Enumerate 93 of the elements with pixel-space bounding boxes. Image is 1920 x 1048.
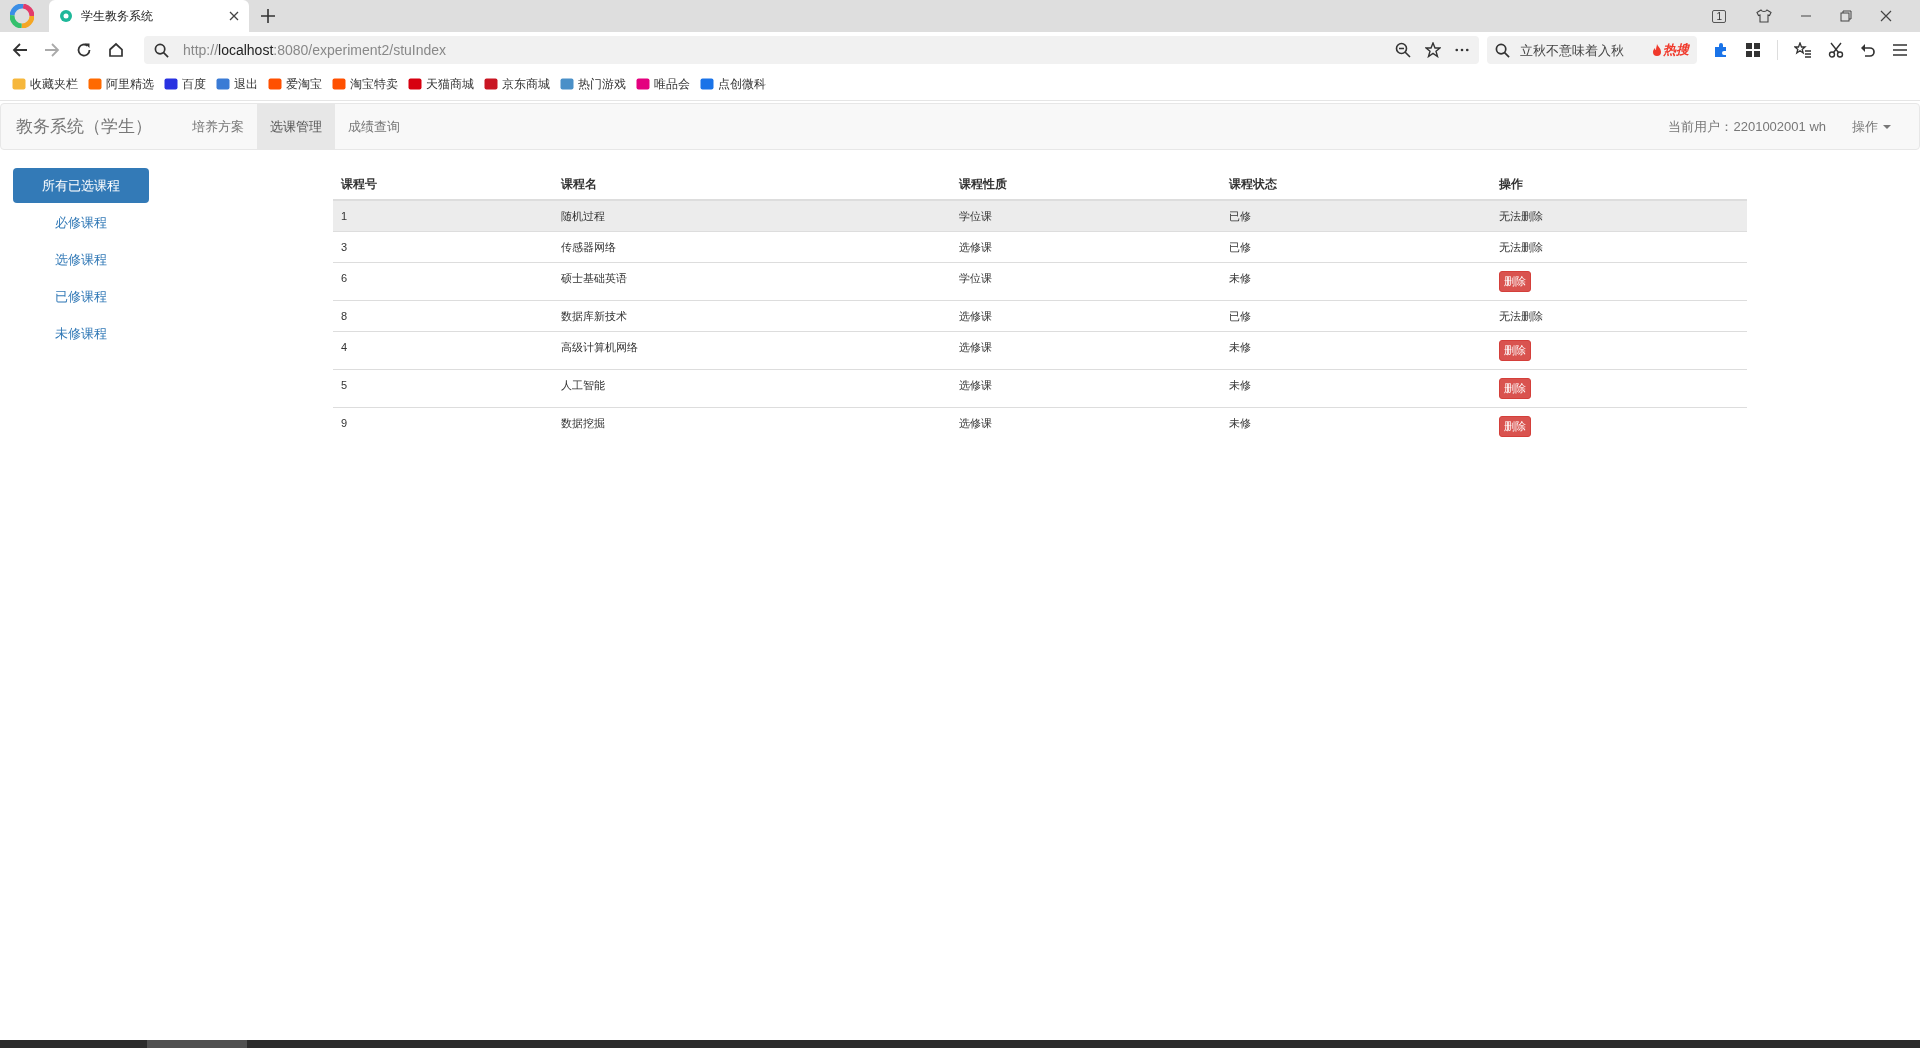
table-cell: 无法删除: [1499, 310, 1543, 322]
table-cell: 未修: [1229, 379, 1251, 391]
zoom-out-icon[interactable]: [1395, 42, 1411, 58]
table-cell: 选修课: [959, 341, 992, 353]
bookmark-link[interactable]: 退出: [216, 75, 258, 93]
table-cell: 4: [341, 341, 348, 353]
table-cell: 未修: [1229, 341, 1251, 353]
hot-search-label[interactable]: 热搜: [1652, 41, 1689, 59]
search-icon: [154, 42, 169, 58]
grid-icon[interactable]: [1745, 42, 1761, 58]
delete-button[interactable]: 删除: [1499, 416, 1531, 437]
table-cell: 6: [341, 272, 348, 284]
menu-icon[interactable]: [1892, 43, 1908, 57]
table-cell: 传感器网络: [561, 241, 616, 253]
sidebar-item[interactable]: 所有已选课程: [13, 168, 149, 203]
table-cell: 高级计算机网络: [561, 341, 638, 353]
bookmark-link[interactable]: 阿里精选: [88, 75, 154, 93]
table-cell: 无法删除: [1499, 210, 1543, 222]
undo-icon[interactable]: [1860, 42, 1876, 58]
nav-tab[interactable]: 选课管理: [257, 104, 335, 149]
bookmark-link[interactable]: 热门游戏: [560, 75, 626, 93]
table-cell: 学位课: [959, 210, 992, 222]
table-cell: 选修课: [959, 417, 992, 429]
current-user-text: 当前用户：2201002001 wh: [1668, 117, 1826, 136]
scissors-icon[interactable]: [1828, 42, 1844, 58]
table-cell: 数据挖掘: [561, 417, 605, 429]
table-row[interactable]: 6 硕士基础英语 学位课 未修 删除: [333, 262, 1747, 301]
table-cell: 选修课: [959, 241, 992, 253]
bookmark-link[interactable]: 唯品会: [636, 75, 690, 93]
table-row[interactable]: 5 人工智能 选修课 未修 删除: [333, 369, 1747, 408]
table-cell: 9: [341, 417, 348, 429]
tab-count-badge[interactable]: 1: [1712, 9, 1726, 23]
site-icon: [59, 9, 73, 23]
table-cell: 已修: [1229, 241, 1251, 253]
sidebar-item[interactable]: 选修课程: [13, 242, 149, 277]
table-cell: 5: [341, 379, 348, 391]
table-cell: 数据库新技术: [561, 310, 627, 322]
reload-icon[interactable]: [76, 42, 92, 58]
table-cell: 8: [341, 310, 348, 322]
home-icon[interactable]: [108, 42, 124, 58]
table-row[interactable]: 8 数据库新技术 选修课 已修 无法删除: [333, 300, 1747, 332]
favorites-list-icon[interactable]: [1794, 42, 1812, 58]
nav-tab[interactable]: 培养方案: [179, 104, 257, 149]
table-cell: 未修: [1229, 272, 1251, 284]
actions-dropdown[interactable]: 操作: [1852, 104, 1891, 149]
bookmark-link[interactable]: 收藏夹栏: [12, 75, 78, 93]
browser-tab[interactable]: 学生教务系统: [49, 0, 249, 32]
table-row[interactable]: 3 传感器网络 选修课 已修 无法删除: [333, 231, 1747, 263]
close-icon[interactable]: [1880, 10, 1892, 22]
brand-title[interactable]: 教务系统（学生）: [1, 104, 167, 149]
bookmark-link[interactable]: 百度: [164, 75, 206, 93]
table-row[interactable]: 4 高级计算机网络 选修课 未修 删除: [333, 331, 1747, 370]
new-tab-icon[interactable]: [261, 9, 275, 23]
sidebar-item[interactable]: 已修课程: [13, 279, 149, 314]
bookmark-link[interactable]: 天猫商城: [408, 75, 474, 93]
caret-icon: [1883, 124, 1891, 129]
bookmark-link[interactable]: 京东商城: [484, 75, 550, 93]
close-icon[interactable]: [229, 11, 239, 21]
bookmark-link[interactable]: 爱淘宝: [268, 75, 322, 93]
table-cell: 硕士基础英语: [561, 272, 627, 284]
delete-button[interactable]: 删除: [1499, 271, 1531, 292]
delete-button[interactable]: 删除: [1499, 340, 1531, 361]
more-icon[interactable]: [1455, 48, 1469, 52]
table-cell: 未修: [1229, 417, 1251, 429]
sidebar-item[interactable]: 必修课程: [13, 205, 149, 240]
table-cell: 已修: [1229, 210, 1251, 222]
sidebar-item[interactable]: 未修课程: [13, 316, 149, 351]
table-cell: 选修课: [959, 310, 992, 322]
search-field[interactable]: 立秋不意味着入秋 热搜: [1487, 36, 1697, 64]
shirt-icon[interactable]: [1756, 9, 1772, 23]
puzzle-icon[interactable]: [1713, 42, 1729, 58]
delete-button[interactable]: 删除: [1499, 378, 1531, 399]
bookmark-link[interactable]: 点创微科: [700, 75, 766, 93]
table-cell: 1: [341, 210, 348, 222]
back-icon[interactable]: [12, 42, 28, 58]
browser-logo-icon[interactable]: [10, 4, 34, 28]
table-cell: 随机过程: [561, 210, 605, 222]
restore-icon[interactable]: [1840, 10, 1852, 22]
table-cell: 选修课: [959, 379, 992, 391]
tab-title: 学生教务系统: [81, 7, 154, 25]
address-bar[interactable]: http://localhost:8080/experiment2/stuIndex: [144, 36, 1479, 64]
search-icon: [1495, 42, 1510, 58]
table-cell: 无法删除: [1499, 241, 1543, 253]
flame-icon: [1652, 44, 1662, 56]
table-row[interactable]: 1 随机过程 学位课 已修 无法删除: [333, 200, 1747, 232]
url-text: http://localhost:8080/experiment2/stuIndex: [183, 42, 447, 58]
bookmark-link[interactable]: 淘宝特卖: [332, 75, 398, 93]
table-cell: 学位课: [959, 272, 992, 284]
table-cell: 3: [341, 241, 348, 253]
star-icon[interactable]: [1425, 42, 1441, 58]
table-cell: 人工智能: [561, 379, 605, 391]
nav-tab[interactable]: 成绩查询: [335, 104, 413, 149]
table-cell: 已修: [1229, 310, 1251, 322]
